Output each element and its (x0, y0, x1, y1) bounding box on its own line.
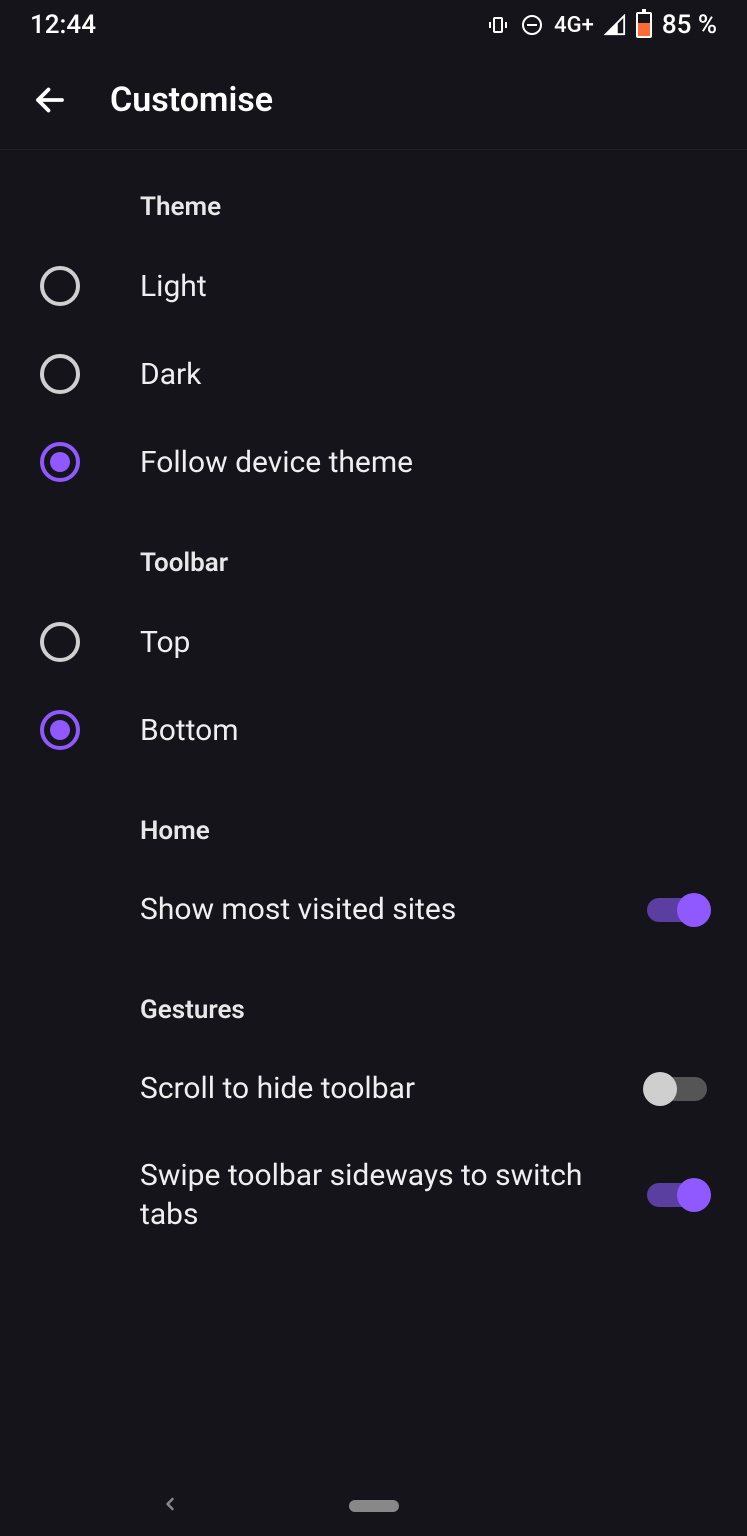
toggle-switch-off (647, 1077, 707, 1101)
system-nav-bar (0, 1476, 747, 1536)
toolbar-option-bottom[interactable]: Bottom (0, 686, 747, 774)
app-bar: Customise (0, 50, 747, 150)
toggle-switch-on (647, 1183, 707, 1207)
battery-icon (636, 12, 652, 38)
arrow-left-icon (32, 82, 68, 118)
toolbar-section: Toolbar Top Bottom (0, 536, 747, 774)
radio-icon (40, 622, 80, 662)
show-most-visited-row[interactable]: Show most visited sites (0, 866, 747, 953)
status-bar: 12:44 4G+ 85 % (0, 0, 747, 50)
scroll-hide-toolbar-row[interactable]: Scroll to hide toolbar (0, 1045, 747, 1132)
page-title: Customise (110, 80, 273, 120)
battery-percent: 85 % (662, 10, 717, 40)
do-not-disturb-icon (520, 13, 544, 37)
switch-label: Scroll to hide toolbar (140, 1069, 415, 1108)
radio-icon-selected (40, 442, 80, 482)
gestures-section: Gestures Scroll to hide toolbar Swipe to… (0, 983, 747, 1258)
network-type: 4G+ (554, 13, 594, 38)
theme-option-dark[interactable]: Dark (0, 330, 747, 418)
swipe-switch-tabs-row[interactable]: Swipe toolbar sideways to switch tabs (0, 1132, 747, 1258)
status-indicators: 4G+ 85 % (486, 10, 717, 40)
radio-label: Follow device theme (140, 445, 413, 480)
radio-icon-selected (40, 710, 80, 750)
status-time: 12:44 (30, 10, 96, 40)
theme-section-header: Theme (0, 180, 747, 234)
home-section: Home Show most visited sites (0, 804, 747, 953)
switch-label: Swipe toolbar sideways to switch tabs (140, 1156, 610, 1234)
back-button[interactable] (30, 80, 70, 120)
radio-icon (40, 354, 80, 394)
theme-section: Theme Light Dark Follow device theme (0, 180, 747, 506)
toolbar-section-header: Toolbar (0, 536, 747, 590)
gestures-section-header: Gestures (0, 983, 747, 1037)
nav-back-icon[interactable] (160, 1494, 180, 1518)
settings-content: Theme Light Dark Follow device theme Too… (0, 150, 747, 1258)
theme-option-light[interactable]: Light (0, 242, 747, 330)
radio-label: Top (140, 625, 190, 660)
radio-icon (40, 266, 80, 306)
switch-label: Show most visited sites (140, 890, 456, 929)
toggle-switch-on (647, 898, 707, 922)
theme-option-follow-device[interactable]: Follow device theme (0, 418, 747, 506)
signal-icon (604, 14, 626, 36)
home-section-header: Home (0, 804, 747, 858)
radio-label: Dark (140, 357, 201, 392)
radio-label: Light (140, 269, 207, 304)
vibrate-icon (486, 13, 510, 37)
toolbar-option-top[interactable]: Top (0, 598, 747, 686)
nav-home-handle[interactable] (349, 1500, 399, 1512)
radio-label: Bottom (140, 713, 239, 748)
